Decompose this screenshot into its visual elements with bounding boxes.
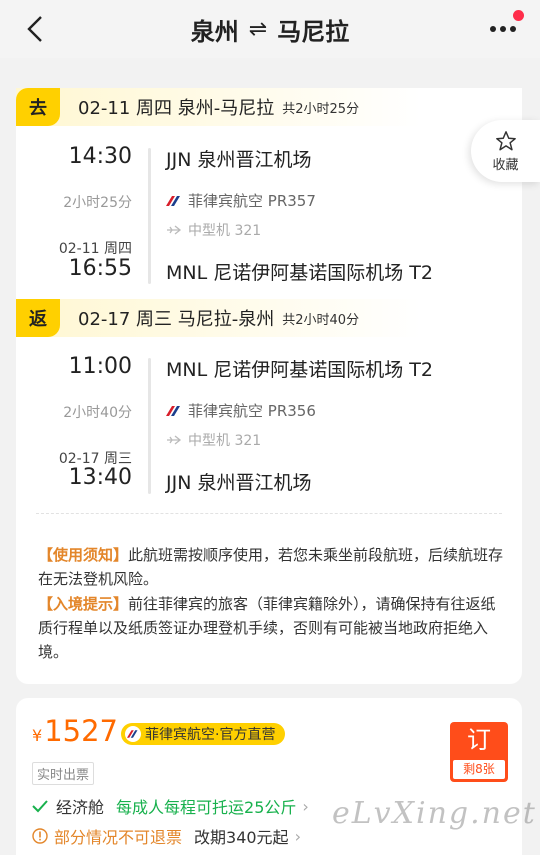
page-title: 泉州 ⇌ 马尼拉 <box>191 12 349 47</box>
info-icon <box>32 828 48 844</box>
refund-policy: 部分情况不可退票 <box>54 828 183 847</box>
return-title: 02-17 周三 马尼拉-泉州 <box>78 309 275 330</box>
usage-notice: 【使用须知】此航班需按顺序使用，若您未乘坐前段航班，后续航班存在无法登机风险。 <box>38 543 504 591</box>
ticketing-tag: 实时出票 <box>32 762 95 785</box>
usage-notice-key: 【使用须知】 <box>38 546 129 564</box>
price: ¥ 1527 <box>32 714 118 748</box>
entry-notice: 【入境提示】前往菲律宾的旅客（菲律宾籍除外），请确保持有往返纸质行程单以及纸质签… <box>38 592 504 664</box>
outbound-dep-airport: JJN 泉州晋江机场 <box>166 149 312 171</box>
chevron-right-icon: › <box>302 796 309 816</box>
book-button[interactable]: 订 剩8张 <box>450 722 508 782</box>
return-aircraft-label: 中型机 321 <box>188 433 262 449</box>
flight-detail-card: 去 02-11 周四 泉州-马尼拉 共2小时25分 14:30 JJN 泉州晋江… <box>16 88 522 684</box>
outbound-dep-time: 14:30 <box>68 144 132 169</box>
return-airline-label: 菲律宾航空 PR356 <box>188 402 316 420</box>
change-fee: 改期340元起 <box>194 828 289 847</box>
favorite-label: 收藏 <box>492 157 519 173</box>
outbound-duration: 2小时25分 <box>63 195 132 211</box>
cabin-row[interactable]: 经济舱 每成人每程可托运25公斤 › <box>32 794 309 818</box>
plane-icon <box>167 435 182 445</box>
back-icon[interactable] <box>22 14 52 44</box>
outbound-tag: 去 <box>16 88 60 126</box>
return-header: 返 02-17 周三 马尼拉-泉州 共2小时40分 <box>16 299 522 337</box>
airline-logo-icon <box>166 195 180 206</box>
baggage-allowance: 每成人每程可托运25公斤 <box>116 798 297 817</box>
return-tag: 返 <box>16 299 60 337</box>
notification-dot <box>513 10 524 21</box>
vendor-badge: 菲律宾航空·官方直营 <box>121 723 286 745</box>
return-dep-time: 11:00 <box>68 354 132 379</box>
currency-symbol: ¥ <box>32 726 43 745</box>
outbound-aircraft-label: 中型机 321 <box>188 223 262 239</box>
top-bar: 泉州 ⇌ 马尼拉 <box>0 0 540 58</box>
outbound-title: 02-11 周四 泉州-马尼拉 <box>78 98 275 119</box>
return-duration: 2小时40分 <box>63 405 132 421</box>
book-label: 订 <box>467 726 491 754</box>
star-icon <box>495 130 516 150</box>
return-aircraft: 中型机 321 <box>166 430 261 450</box>
outbound-aircraft: 中型机 321 <box>166 220 261 240</box>
return-arr-time: 13:40 <box>68 465 132 490</box>
cabin-class: 经济舱 <box>56 798 105 817</box>
outbound-timeline <box>148 148 151 284</box>
offer-card: ¥ 1527 菲律宾航空·官方直营 实时出票 订 剩8张 经济舱 每成人每程可托… <box>16 698 522 855</box>
remaining-seats: 剩8张 <box>453 760 505 779</box>
origin-city: 泉州 <box>190 17 239 46</box>
more-icon[interactable] <box>488 20 518 38</box>
check-icon <box>32 800 48 813</box>
airline-logo-icon <box>125 726 141 742</box>
watermark: eLvXing.net <box>332 796 537 831</box>
return-timeline <box>148 358 151 494</box>
outbound-airline: 菲律宾航空 PR357 <box>166 190 316 211</box>
outbound-arr-time: 16:55 <box>68 256 132 281</box>
outbound-arr-date: 02-11 周四 <box>58 241 132 257</box>
price-value: 1527 <box>44 714 118 748</box>
return-airline: 菲律宾航空 PR356 <box>166 400 316 421</box>
plane-icon <box>167 225 182 235</box>
outbound-header: 去 02-11 周四 泉州-马尼拉 共2小时25分 <box>16 88 522 126</box>
return-arr-airport: JJN 泉州晋江机场 <box>166 472 312 494</box>
return-total-duration: 共2小时40分 <box>282 312 360 328</box>
outbound-arr-airport: MNL 尼诺伊阿基诺国际机场 T2 <box>166 262 433 284</box>
favorite-button[interactable]: 收藏 <box>471 120 540 182</box>
return-dep-airport: MNL 尼诺伊阿基诺国际机场 T2 <box>166 359 433 381</box>
entry-notice-key: 【入境提示】 <box>38 595 129 613</box>
refund-row[interactable]: 部分情况不可退票 改期340元起 › <box>32 824 301 848</box>
outbound-airline-label: 菲律宾航空 PR357 <box>188 192 316 210</box>
destination-city: 马尼拉 <box>277 17 350 46</box>
chevron-right-icon: › <box>294 826 301 846</box>
divider <box>36 513 502 514</box>
outbound-total-duration: 共2小时25分 <box>282 101 360 117</box>
airline-logo-icon <box>166 405 180 416</box>
swap-icon: ⇌ <box>248 16 268 42</box>
vendor-label: 菲律宾航空·官方直营 <box>145 727 276 743</box>
